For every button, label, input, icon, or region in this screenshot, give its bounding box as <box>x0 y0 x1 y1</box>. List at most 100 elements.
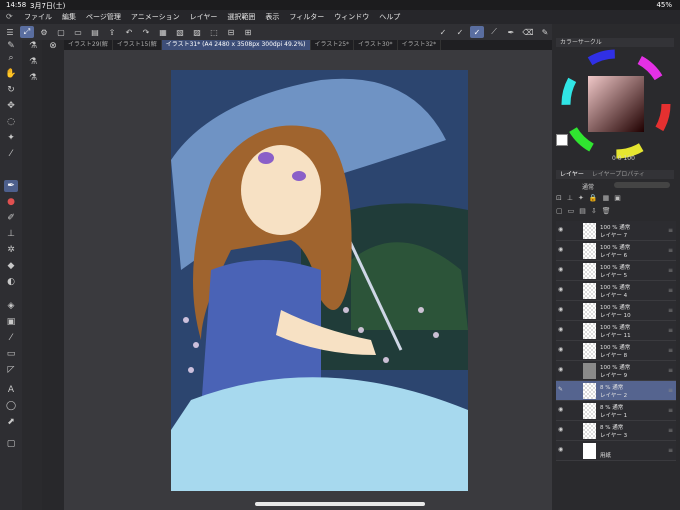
eye-icon[interactable]: ◉ <box>558 286 565 293</box>
layer-lock-alpha-icon[interactable]: ▦ <box>603 194 610 205</box>
ruler-icon[interactable]: ⟋ <box>487 26 501 38</box>
new-folder-icon[interactable]: ▤ <box>579 207 586 218</box>
eyedropper-icon[interactable]: ⁄ <box>4 148 18 160</box>
layer-menu-icon[interactable]: ≡ <box>668 327 673 334</box>
delete-layer-icon[interactable]: 🗑 <box>602 207 611 218</box>
app-logo-icon[interactable]: ⟳ <box>6 12 18 22</box>
eye-icon[interactable]: ◉ <box>558 426 565 433</box>
tab-illust32[interactable]: イラスト32* <box>398 40 442 50</box>
tab-illust31[interactable]: イラスト31* (A4 2480 x 3508px 300dpi 49.2%) <box>161 40 311 50</box>
clear-icon[interactable]: ▦ <box>156 26 170 38</box>
opacity-slider[interactable] <box>614 182 670 188</box>
eye-icon[interactable]: ◉ <box>558 366 565 373</box>
fill-tool-icon[interactable]: ◈ <box>4 300 18 312</box>
layer-menu-icon[interactable]: ≡ <box>668 447 673 454</box>
eye-icon[interactable]: ✎ <box>558 386 565 393</box>
tab-layer[interactable]: レイヤー <box>556 170 588 179</box>
close-panel-icon[interactable]: ⊗ <box>46 40 60 52</box>
transform-icon[interactable]: ▨ <box>190 26 204 38</box>
ruler-tool-icon[interactable]: ◸ <box>4 364 18 376</box>
check-icon[interactable]: ✓ <box>436 26 450 38</box>
layer-row[interactable]: ◉ 100 % 通常 レイヤー 9 ≡ <box>556 361 676 381</box>
layer-row-paper[interactable]: ◉ 用紙 ≡ <box>556 441 676 461</box>
text-tool-icon[interactable]: A <box>4 384 18 396</box>
brush-size-icon[interactable]: ✎ <box>4 40 18 52</box>
color-wheel[interactable] <box>560 48 672 160</box>
gradient-icon[interactable]: ▣ <box>4 316 18 328</box>
save-icon[interactable]: ▤ <box>88 26 102 38</box>
menu-icon[interactable]: ☰ <box>3 26 17 38</box>
new-file-icon[interactable]: ▢ <box>54 26 68 38</box>
layer-clip-icon[interactable]: ⊡ <box>556 194 562 205</box>
crop-icon[interactable]: ⊞ <box>241 26 255 38</box>
blend-mode-select[interactable]: 通常 <box>582 182 594 191</box>
new-vector-layer-icon[interactable]: ▭ <box>568 207 575 218</box>
brush-tool-icon[interactable]: ✐ <box>4 212 18 224</box>
new-raster-layer-icon[interactable]: ▢ <box>556 207 563 218</box>
layer-menu-icon[interactable]: ≡ <box>668 387 673 394</box>
sub-tool-c-icon[interactable]: ⚗ <box>26 72 40 84</box>
layer-menu-icon[interactable]: ≡ <box>668 407 673 414</box>
menu-layer[interactable]: レイヤー <box>190 12 218 22</box>
fill-icon[interactable]: ▧ <box>173 26 187 38</box>
eye-icon[interactable]: ◉ <box>558 246 565 253</box>
pen-tool-icon[interactable]: ✒ <box>4 180 18 192</box>
layer-ref-icon[interactable]: ⊥ <box>567 194 573 205</box>
menu-edit[interactable]: 編集 <box>62 12 76 22</box>
eye-icon[interactable]: ◉ <box>558 326 565 333</box>
layer-menu-icon[interactable]: ≡ <box>668 287 673 294</box>
menu-file[interactable]: ファイル <box>24 12 52 22</box>
tab-layer-properties[interactable]: レイヤープロパティ <box>588 170 649 179</box>
home-indicator[interactable] <box>255 502 425 506</box>
quick-access-icon[interactable]: ⤢ <box>20 26 34 38</box>
menu-animation[interactable]: アニメーション <box>131 12 180 22</box>
tab-illust25[interactable]: イラスト25* <box>311 40 355 50</box>
layer-row[interactable]: ◉ 100 % 通常 レイヤー 10 ≡ <box>556 301 676 321</box>
eye-icon[interactable]: ◉ <box>558 406 565 413</box>
blend-icon[interactable]: ◐ <box>4 276 18 288</box>
open-folder-icon[interactable]: ▭ <box>71 26 85 38</box>
figure-icon[interactable]: ⁄ <box>4 332 18 344</box>
redo-icon[interactable]: ↷ <box>139 26 153 38</box>
menu-view[interactable]: 表示 <box>265 12 279 22</box>
eye-icon[interactable]: ◉ <box>558 346 565 353</box>
menu-page[interactable]: ページ管理 <box>86 12 121 22</box>
move-icon[interactable]: ✥ <box>4 100 18 112</box>
illustration-canvas[interactable] <box>171 70 468 491</box>
lasso-icon[interactable]: ◌ <box>4 116 18 128</box>
eye-icon[interactable]: ◉ <box>558 306 565 313</box>
main-color-swatch[interactable]: ▢ <box>4 438 18 450</box>
airbrush-icon[interactable]: ⊥ <box>4 228 18 240</box>
layer-row[interactable]: ◉ 100 % 通常 レイヤー 6 ≡ <box>556 241 676 261</box>
sub-tool-a-icon[interactable]: ⚗ <box>26 40 40 52</box>
eraser-tool-icon[interactable]: ◆ <box>4 260 18 272</box>
menu-selection[interactable]: 選択範囲 <box>227 12 255 22</box>
hand-icon[interactable]: ✋ <box>4 68 18 80</box>
layer-row[interactable]: ◉ 100 % 通常 レイヤー 7 ≡ <box>556 221 676 241</box>
deselect-icon[interactable]: ⬚ <box>207 26 221 38</box>
menu-help[interactable]: ヘルプ <box>379 12 400 22</box>
pen-check-icon[interactable]: ✓ <box>470 26 484 38</box>
layer-row[interactable]: ◉ 100 % 通常 レイヤー 4 ≡ <box>556 281 676 301</box>
eraser-icon[interactable]: ⌫ <box>521 26 535 38</box>
main-color-swatch[interactable] <box>556 134 568 146</box>
check-pen-icon[interactable]: ✓ <box>453 26 467 38</box>
pencil-tool-icon[interactable]: ● <box>4 196 18 208</box>
eye-icon[interactable]: ◉ <box>558 266 565 273</box>
pen-select-icon[interactable]: ✒ <box>504 26 518 38</box>
brush-icon[interactable]: ✎ <box>538 26 552 38</box>
export-icon[interactable]: ⇪ <box>105 26 119 38</box>
magic-wand-icon[interactable]: ✦ <box>4 132 18 144</box>
settings-icon[interactable]: ⚙ <box>37 26 51 38</box>
layer-row[interactable]: ◉ 100 % 通常 レイヤー 5 ≡ <box>556 261 676 281</box>
layer-row-selected[interactable]: ✎ 8 % 通常 レイヤー 2 ≡ <box>556 381 676 401</box>
layer-menu-icon[interactable]: ≡ <box>668 227 673 234</box>
layer-row[interactable]: ◉ 100 % 通常 レイヤー 8 ≡ <box>556 341 676 361</box>
tab-illust30[interactable]: イラスト30* <box>354 40 398 50</box>
merge-down-icon[interactable]: ⇩ <box>591 207 597 218</box>
layer-draft-icon[interactable]: ✦ <box>578 194 584 205</box>
layer-menu-icon[interactable]: ≡ <box>668 307 673 314</box>
layer-menu-icon[interactable]: ≡ <box>668 267 673 274</box>
layer-row[interactable]: ◉ 8 % 通常 レイヤー 1 ≡ <box>556 401 676 421</box>
frame-icon[interactable]: ▭ <box>4 348 18 360</box>
